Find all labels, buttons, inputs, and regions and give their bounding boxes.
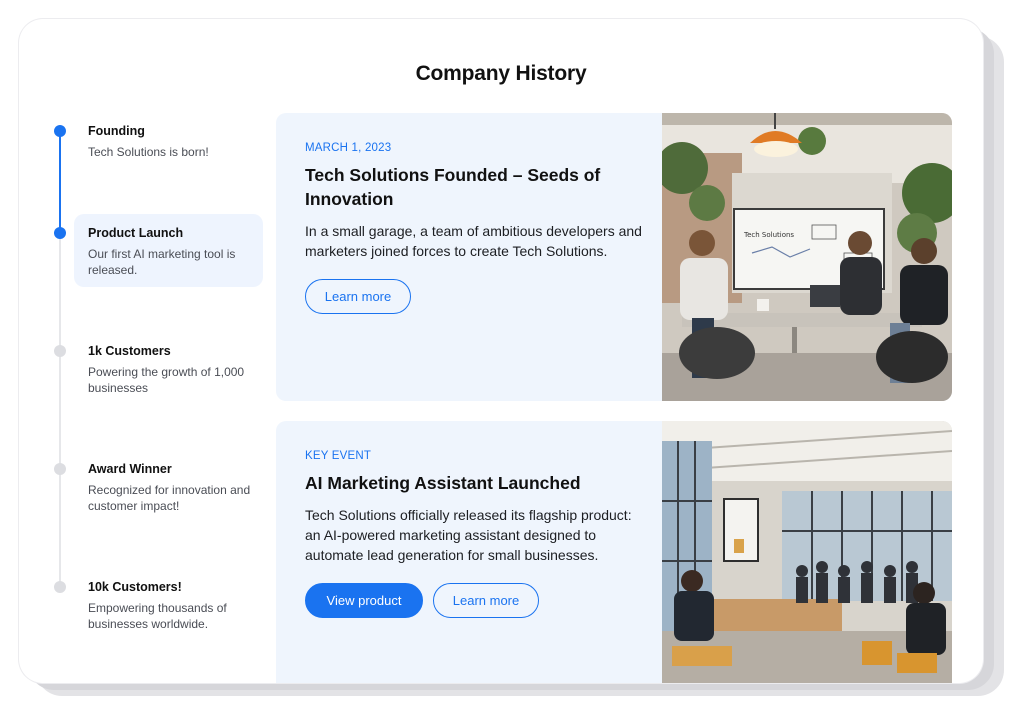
timeline-dot	[54, 125, 66, 137]
timeline-dot	[54, 227, 66, 239]
learn-more-button[interactable]: Learn more	[433, 583, 539, 618]
timeline-item-title: Product Launch	[88, 226, 184, 240]
timeline-item-title: Award Winner	[88, 462, 172, 476]
launch-event-illustration	[662, 421, 952, 683]
timeline-item-desc: Recognized for innovation and customer i…	[88, 483, 251, 513]
event-title: AI Marketing Assistant Launched	[305, 473, 581, 493]
event-card-ai-assistant: KEY EVENT AI Marketing Assistant Launche…	[276, 421, 952, 683]
launch-event-photo	[662, 421, 952, 683]
timeline-item-desc: Our first AI marketing tool is released.	[88, 247, 236, 277]
timeline-item-desc: Empowering thousands of businesses world…	[88, 601, 227, 631]
timeline-dot	[54, 463, 66, 475]
event-card-founded: MARCH 1, 2023 Tech Solutions Founded – S…	[276, 113, 952, 401]
event-tag: KEY EVENT	[305, 450, 372, 462]
timeline-item-desc: Tech Solutions is born!	[88, 145, 209, 159]
event-title: Tech Solutions Founded – Seeds of Innova…	[305, 165, 601, 209]
view-product-button[interactable]: View product	[305, 583, 423, 618]
company-history-card: Company History Founding Tech Solutions …	[19, 19, 983, 683]
learn-more-button[interactable]: Learn more	[305, 279, 411, 314]
whiteboard-text: Tech Solutions	[743, 231, 794, 239]
event-date: MARCH 1, 2023	[305, 142, 392, 154]
timeline-progress	[59, 131, 61, 233]
office-meeting-photo: Tech Solutions	[662, 113, 952, 401]
page-title: Company History	[415, 62, 587, 85]
timeline-item-title: 10k Customers!	[88, 580, 182, 594]
event-description: Tech Solutions officially released its f…	[305, 507, 632, 563]
timeline-item-desc: Powering the growth of 1,000 businesses	[88, 365, 245, 395]
event-description: In a small garage, a team of ambitious d…	[305, 223, 642, 259]
timeline-dot	[54, 581, 66, 593]
timeline-item-title: Founding	[88, 124, 145, 138]
timeline-item-title: 1k Customers	[88, 344, 171, 358]
office-meeting-illustration: Tech Solutions	[662, 113, 952, 401]
timeline-dot	[54, 345, 66, 357]
